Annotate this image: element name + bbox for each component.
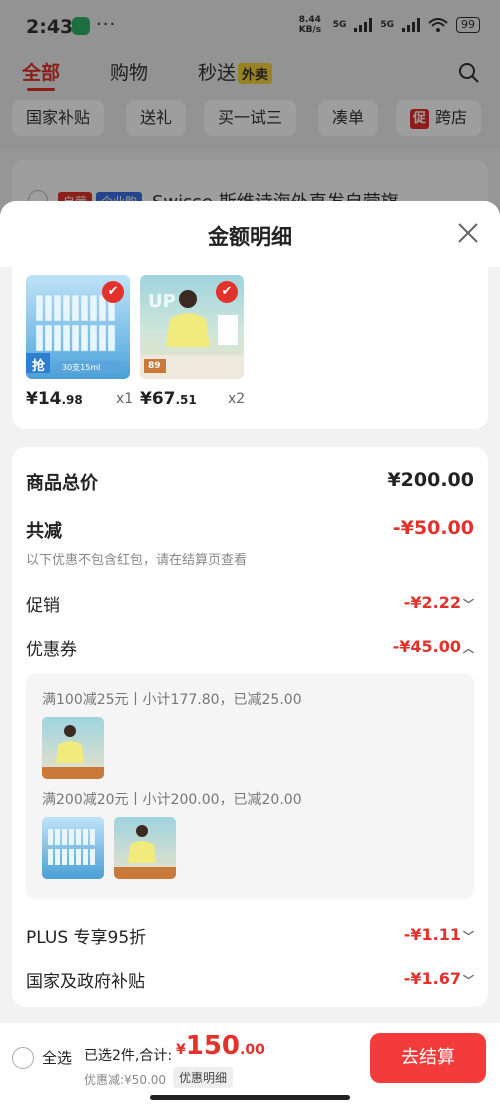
amount-detail-sheet: 金额明细 抢 30支15ml ✔ UP 89 ✔ ¥14.98 x1 ¥67.5… — [0, 201, 500, 1111]
coupon-rule-2: 满200减20元丨小计200.00，已减20.00 — [42, 792, 302, 808]
checkmark-icon: ✔ — [102, 281, 124, 303]
product-qty: x2 — [228, 391, 246, 407]
coupon-product-thumb — [114, 817, 176, 879]
price-dec: .51 — [175, 393, 197, 407]
plus-label: PLUS 专享95折 — [26, 928, 147, 948]
coupon-detail-box: 满100减25元丨小计177.80，已减25.00 满200减20元丨小计200… — [26, 673, 474, 899]
thumb-grab-label: 抢 — [32, 359, 46, 374]
discount-label: 共减 — [26, 521, 62, 542]
promo-label: 促销 — [26, 596, 60, 616]
price-int: ¥67 — [140, 389, 176, 409]
chevron-down-icon: ﹀ — [463, 598, 474, 611]
total-currency: ¥ — [176, 1042, 186, 1058]
selected-count-text: 已选2件,合计: — [84, 1048, 173, 1064]
coupon-label: 优惠券 — [26, 640, 77, 660]
total-value: ¥200.00 — [387, 469, 474, 491]
discount-value: -¥50.00 — [392, 517, 474, 539]
checkout-button[interactable]: 去结算 — [370, 1033, 486, 1083]
chevron-down-icon: ﹀ — [463, 930, 474, 943]
select-all-checkbox[interactable] — [12, 1047, 34, 1069]
product-price: ¥14.98 — [26, 389, 83, 409]
product-thumb-water[interactable]: 抢 30支15ml ✔ — [26, 275, 130, 379]
thumb-price-label: 89 — [148, 361, 161, 371]
checkout-total: ¥150.00 — [176, 1031, 265, 1061]
plus-row[interactable]: -¥1.11 ﹀ — [404, 925, 474, 944]
coupon-value: -¥45.00 — [392, 637, 461, 656]
product-thumb-sunwear[interactable]: UP 89 ✔ — [140, 275, 244, 379]
chevron-up-icon: ︿ — [463, 642, 474, 655]
amount-detail-card: 商品总价 ¥200.00 共减 -¥50.00 以下优惠不包含红包，请在结算页查… — [12, 447, 488, 1007]
subsidy-value: -¥1.67 — [403, 969, 461, 988]
total-int: 150 — [185, 1031, 241, 1061]
checkmark-icon: ✔ — [216, 281, 238, 303]
home-indicator — [150, 1095, 350, 1100]
promo-value: -¥2.22 — [403, 593, 461, 612]
total-label: 商品总价 — [26, 473, 98, 494]
sheet-title: 金额明细 — [208, 225, 292, 249]
thumb-up-label: UP — [148, 291, 176, 312]
total-dec: .00 — [240, 1042, 265, 1058]
plus-value: -¥1.11 — [403, 925, 461, 944]
saved-amount: 优惠减:¥50.00 — [84, 1073, 167, 1087]
product-summary-card: 抢 30支15ml ✔ UP 89 ✔ ¥14.98 x1 ¥67.51 x2 — [12, 267, 488, 429]
product-price: ¥67.51 — [140, 389, 197, 409]
price-int: ¥14 — [26, 389, 62, 409]
sheet-header: 金额明细 — [0, 201, 500, 267]
product-qty: x1 — [116, 391, 134, 407]
coupon-rule-1: 满100减25元丨小计177.80，已减25.00 — [42, 692, 302, 708]
coupon-product-thumb — [42, 717, 104, 779]
subsidy-row[interactable]: -¥1.67 ﹀ — [404, 969, 474, 988]
coupon-product-thumb — [42, 817, 104, 879]
promo-row[interactable]: -¥2.22 ﹀ — [404, 593, 474, 612]
select-all-label[interactable]: 全选 — [42, 1047, 72, 1068]
price-dec: .98 — [61, 393, 83, 407]
coupon-row[interactable]: -¥45.00 ︿ — [393, 637, 474, 656]
close-icon[interactable] — [456, 221, 480, 245]
discount-detail-button[interactable]: 优惠明细 — [173, 1067, 234, 1088]
chevron-down-icon: ﹀ — [463, 974, 474, 987]
thumb-spec-label: 30支15ml — [62, 363, 101, 372]
discount-note: 以下优惠不包含红包，请在结算页查看 — [26, 553, 248, 568]
checkout-bar: 全选 已选2件,合计: ¥150.00 优惠减:¥50.00 优惠明细 去结算 — [0, 1023, 500, 1111]
subsidy-label: 国家及政府补贴 — [26, 972, 145, 992]
